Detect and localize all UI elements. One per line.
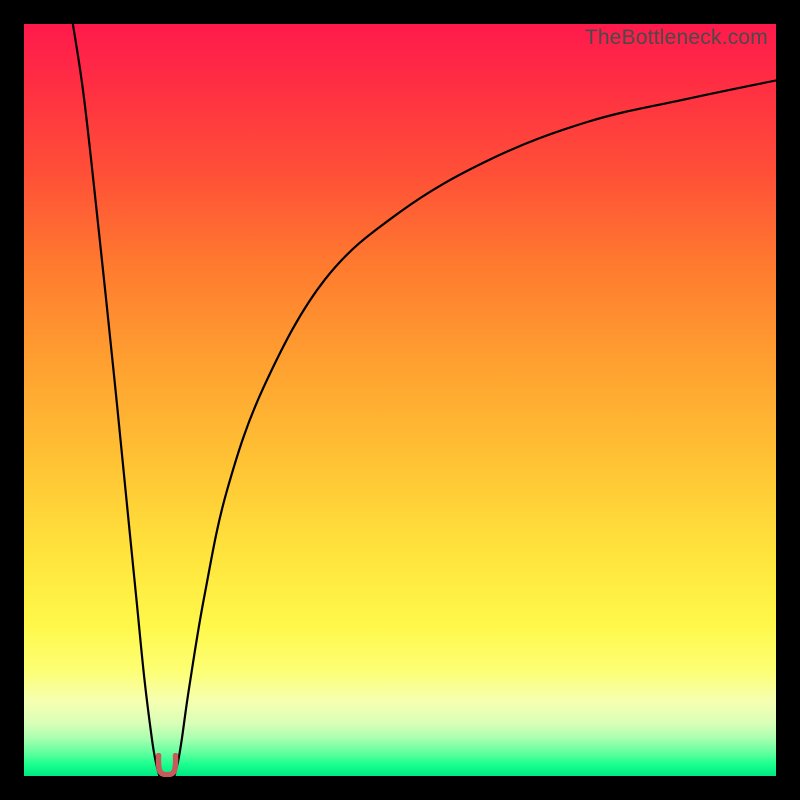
minimum-u-marker [155, 753, 179, 777]
curve-right-branch [174, 80, 776, 776]
curve-left-branch [73, 24, 159, 776]
bottleneck-curve [24, 24, 776, 776]
watermark-text: TheBottleneck.com [585, 26, 768, 50]
chart-plot-area: TheBottleneck.com [24, 24, 776, 776]
